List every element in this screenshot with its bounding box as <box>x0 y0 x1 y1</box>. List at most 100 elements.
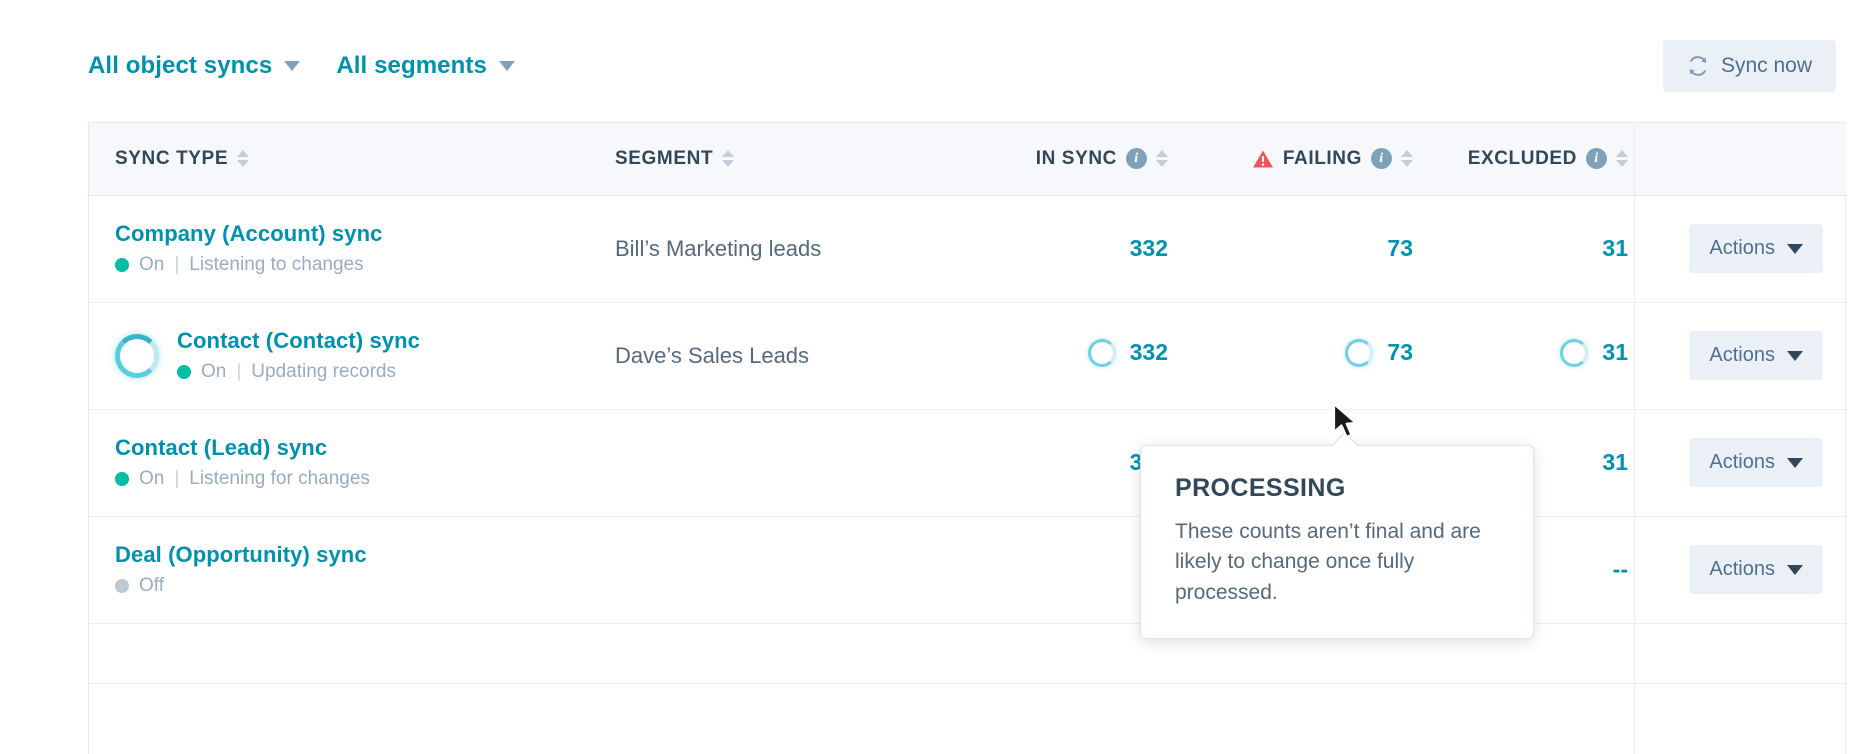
actions-cell: Actions <box>1654 195 1847 302</box>
actions-button-label: Actions <box>1709 451 1775 473</box>
mouse-cursor <box>1332 402 1358 439</box>
filter-all-object-syncs[interactable]: All object syncs <box>88 52 301 80</box>
sync-type-link[interactable]: Deal (Opportunity) sync <box>115 542 367 568</box>
status-separator: | <box>236 361 242 382</box>
sync-state-detail: Listening to changes <box>189 254 364 275</box>
sync-status: On | Listening to changes <box>115 254 382 276</box>
excluded-cell[interactable]: 31 <box>1439 302 1654 409</box>
sync-state-detail: Listening for changes <box>189 468 370 489</box>
column-header-excluded-label: EXCLUDED <box>1467 147 1577 169</box>
actions-cell: Actions <box>1654 409 1847 516</box>
info-icon[interactable]: i <box>1586 148 1607 170</box>
segment-cell: Dave’s Sales Leads <box>615 342 810 368</box>
table-header: SYNC TYPE SEGMENT IN SYNC i FAILING i EX… <box>89 123 1847 196</box>
chevron-down-icon <box>1787 350 1803 361</box>
sync-type-link[interactable]: Contact (Lead) sync <box>115 435 370 461</box>
sync-type-link[interactable]: Contact (Contact) sync <box>177 328 420 354</box>
table-row: Company (Account) sync On | Listening to… <box>89 195 1847 302</box>
sync-overview-page: All object syncs All segments Sync now S… <box>0 0 1860 754</box>
actions-cell: Actions <box>1654 516 1847 623</box>
chevron-down-icon <box>498 61 515 71</box>
actions-cell: Actions <box>1654 302 1847 409</box>
sync-type-link[interactable]: Company (Account) sync <box>115 221 382 247</box>
refresh-icon <box>1689 56 1707 76</box>
filter-bar: All object syncs All segments <box>88 52 515 80</box>
column-header-sync-type-label: SYNC TYPE <box>115 147 229 169</box>
status-dot-icon <box>115 472 129 486</box>
filter-all-segments[interactable]: All segments <box>336 52 515 80</box>
table-row: Contact (Contact) sync On | Updating rec… <box>89 302 1847 409</box>
sync-state-label: On <box>201 361 227 382</box>
sync-type-cell: Contact (Contact) sync On | Updating rec… <box>89 302 589 409</box>
info-icon[interactable]: i <box>1371 148 1392 170</box>
failing-cell[interactable]: 73 <box>1194 302 1439 409</box>
status-separator: | <box>174 254 180 275</box>
column-header-sync-type[interactable]: SYNC TYPE <box>89 123 589 196</box>
actions-button-label: Actions <box>1709 344 1775 366</box>
processing-tooltip: PROCESSING These counts aren’t final and… <box>1140 431 1534 640</box>
chevron-down-icon <box>1787 457 1803 468</box>
sort-arrows-icon[interactable] <box>237 150 250 168</box>
table-row: Deal (Opportunity) sync Off -- Actions <box>89 516 1847 623</box>
table-header-row: SYNC TYPE SEGMENT IN SYNC i FAILING i EX… <box>89 123 1847 196</box>
column-header-excluded[interactable]: EXCLUDED i <box>1439 123 1847 196</box>
sort-arrows-icon[interactable] <box>722 150 735 168</box>
sync-state-label: Off <box>139 575 164 596</box>
sync-now-button[interactable]: Sync now <box>1662 40 1836 92</box>
segment-cell <box>589 409 919 516</box>
actions-button-label: Actions <box>1709 558 1775 580</box>
sync-status: On | Listening for changes <box>115 468 370 490</box>
actions-button[interactable]: Actions <box>1689 545 1823 594</box>
status-dot-icon <box>115 579 129 593</box>
segment-cell <box>589 516 919 623</box>
sync-type-cell: Company (Account) sync On | Listening to… <box>89 195 589 302</box>
sync-type-cell: Deal (Opportunity) sync Off <box>89 516 589 623</box>
actions-column-divider <box>1634 123 1635 754</box>
excluded-value: 31 <box>1602 449 1628 475</box>
actions-button[interactable]: Actions <box>1689 224 1823 273</box>
excluded-value: 31 <box>1602 235 1628 261</box>
status-dot-icon <box>115 258 129 272</box>
failing-value: 73 <box>1387 339 1413 365</box>
status-separator: | <box>174 468 180 489</box>
sync-status: On | Updating records <box>177 361 420 383</box>
sort-arrows-icon[interactable] <box>1156 150 1168 168</box>
excluded-cell[interactable]: 31 <box>1439 195 1654 302</box>
failing-cell[interactable]: 73 <box>1194 195 1439 302</box>
in-sync-value: 332 <box>1129 339 1168 365</box>
in-sync-cell[interactable]: 332 <box>919 195 1194 302</box>
column-header-in-sync[interactable]: IN SYNC i <box>919 123 1194 196</box>
sync-table-container: SYNC TYPE SEGMENT IN SYNC i FAILING i EX… <box>88 122 1847 754</box>
warning-triangle-icon <box>1252 150 1273 168</box>
column-header-in-sync-label: IN SYNC <box>1035 147 1117 169</box>
column-header-segment[interactable]: SEGMENT <box>589 123 919 196</box>
info-icon[interactable]: i <box>1126 148 1147 170</box>
sync-state-label: On <box>139 468 165 489</box>
tooltip-title: PROCESSING <box>1175 474 1346 502</box>
chevron-down-icon <box>1787 564 1803 575</box>
sync-state-label: On <box>139 254 165 275</box>
sync-type-cell <box>89 623 1847 683</box>
column-header-failing[interactable]: FAILING i <box>1194 123 1439 196</box>
column-header-segment-label: SEGMENT <box>615 147 714 169</box>
sort-arrows-icon[interactable] <box>1616 150 1628 168</box>
processing-spinner-icon <box>115 333 159 378</box>
processing-spinner-icon[interactable] <box>1087 338 1116 367</box>
processing-spinner-icon[interactable] <box>1345 338 1374 367</box>
chevron-down-icon <box>284 61 301 71</box>
sync-table: SYNC TYPE SEGMENT IN SYNC i FAILING i EX… <box>89 123 1847 684</box>
actions-button[interactable]: Actions <box>1689 438 1823 487</box>
filter-all-object-syncs-label: All object syncs <box>88 52 273 79</box>
status-dot-icon <box>177 365 191 379</box>
actions-button[interactable]: Actions <box>1689 331 1823 380</box>
table-body: Company (Account) sync On | Listening to… <box>89 195 1847 683</box>
segment-cell: Bill’s Marketing leads <box>615 235 822 261</box>
sync-type-cell: Contact (Lead) sync On | Listening for c… <box>89 409 589 516</box>
sort-arrows-icon[interactable] <box>1401 150 1413 168</box>
sync-state-detail: Updating records <box>251 361 396 382</box>
tooltip-body: These counts aren’t final and are likely… <box>1175 520 1481 604</box>
in-sync-cell[interactable]: 332 <box>919 302 1194 409</box>
sync-status: Off <box>115 575 367 597</box>
sync-now-label: Sync now <box>1720 54 1812 77</box>
processing-spinner-icon[interactable] <box>1560 338 1589 367</box>
